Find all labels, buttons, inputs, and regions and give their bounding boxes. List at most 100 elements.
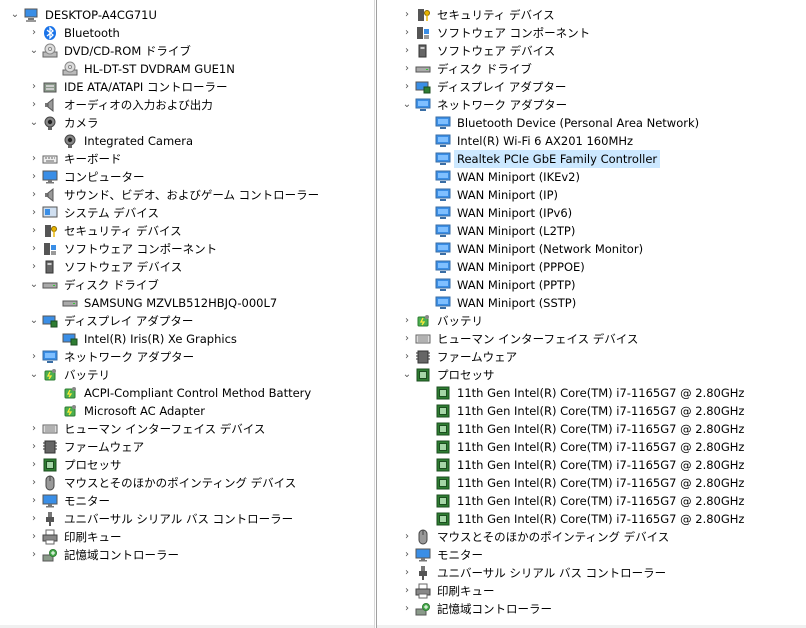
device-processor[interactable]: 11th Gen Intel(R) Core(TM) i7-1165G7 @ 2… [377, 510, 806, 528]
expand-chevron-icon[interactable]: › [401, 546, 413, 564]
category-software-component[interactable]: › ソフトウェア コンポーネント [0, 240, 374, 258]
expand-chevron-icon[interactable]: › [401, 600, 413, 618]
expand-chevron-icon[interactable]: › [401, 348, 413, 366]
device-network-adapter[interactable]: WAN Miniport (SSTP) [377, 294, 806, 312]
category-hid[interactable]: › ヒューマン インターフェイス デバイス [0, 420, 374, 438]
expand-chevron-icon[interactable]: › [28, 78, 40, 96]
expand-chevron-icon[interactable]: › [401, 60, 413, 78]
device-processor[interactable]: 11th Gen Intel(R) Core(TM) i7-1165G7 @ 2… [377, 438, 806, 456]
right-device-tree-pane[interactable]: › セキュリティ デバイス › ソフトウェア コンポーネント › ソフトウェア デバイス ›… [376, 0, 806, 628]
device-disk-drive[interactable]: SAMSUNG MZVLB512HBJQ-000L7 [0, 294, 374, 312]
category-speaker[interactable]: › サウンド、ビデオ、およびゲーム コントローラー [0, 186, 374, 204]
category-speaker[interactable]: › オーディオの入力および出力 [0, 96, 374, 114]
category-dvd-drive[interactable]: ⌄ DVD/CD-ROM ドライブ [0, 42, 374, 60]
category-display-adapter[interactable]: ⌄ ディスプレイ アダプター [0, 312, 374, 330]
expand-chevron-icon[interactable]: › [28, 258, 40, 276]
category-storage-controller[interactable]: › 記憶域コントローラー [377, 600, 806, 618]
category-network-adapter[interactable]: ⌄ ネットワーク アダプター [377, 96, 806, 114]
expand-chevron-icon[interactable]: › [401, 528, 413, 546]
collapse-chevron-icon[interactable]: ⌄ [28, 276, 40, 294]
collapse-chevron-icon[interactable]: ⌄ [401, 96, 413, 114]
category-software-component[interactable]: › ソフトウェア コンポーネント [377, 24, 806, 42]
category-ide-controller[interactable]: › IDE ATA/ATAPI コントローラー [0, 78, 374, 96]
category-disk-drive[interactable]: ⌄ ディスク ドライブ [0, 276, 374, 294]
device-processor[interactable]: 11th Gen Intel(R) Core(TM) i7-1165G7 @ 2… [377, 420, 806, 438]
device-network-adapter[interactable]: Bluetooth Device (Personal Area Network) [377, 114, 806, 132]
left-device-tree-pane[interactable]: ⌄ DESKTOP-A4CG71U › Bluetooth ⌄ DVD/CD-ROM ドラ… [0, 0, 375, 628]
device-network-adapter[interactable]: WAN Miniport (IPv6) [377, 204, 806, 222]
category-monitor[interactable]: › モニター [377, 546, 806, 564]
category-battery[interactable]: › バッテリ [377, 312, 806, 330]
expand-chevron-icon[interactable]: › [28, 474, 40, 492]
expand-chevron-icon[interactable]: › [28, 240, 40, 258]
device-display-adapter[interactable]: Intel(R) Iris(R) Xe Graphics [0, 330, 374, 348]
category-system-device[interactable]: › システム デバイス [0, 204, 374, 222]
collapse-chevron-icon[interactable]: ⌄ [28, 42, 40, 60]
expand-chevron-icon[interactable]: › [28, 222, 40, 240]
device-battery[interactable]: Microsoft AC Adapter [0, 402, 374, 420]
expand-chevron-icon[interactable]: › [28, 96, 40, 114]
device-camera[interactable]: Integrated Camera [0, 132, 374, 150]
expand-chevron-icon[interactable]: › [401, 582, 413, 600]
device-processor[interactable]: 11th Gen Intel(R) Core(TM) i7-1165G7 @ 2… [377, 474, 806, 492]
expand-chevron-icon[interactable]: › [28, 420, 40, 438]
expand-chevron-icon[interactable]: › [401, 6, 413, 24]
device-processor[interactable]: 11th Gen Intel(R) Core(TM) i7-1165G7 @ 2… [377, 402, 806, 420]
expand-chevron-icon[interactable]: › [28, 150, 40, 168]
category-bluetooth[interactable]: › Bluetooth [0, 24, 374, 42]
expand-chevron-icon[interactable]: › [401, 312, 413, 330]
tree-root-computer[interactable]: ⌄ DESKTOP-A4CG71U [0, 6, 374, 24]
expand-chevron-icon[interactable]: › [401, 564, 413, 582]
device-network-adapter-selected[interactable]: Realtek PCIe GbE Family Controller [377, 150, 806, 168]
expand-chevron-icon[interactable]: › [28, 528, 40, 546]
category-processor[interactable]: › プロセッサ [0, 456, 374, 474]
category-security-device[interactable]: › セキュリティ デバイス [377, 6, 806, 24]
expand-chevron-icon[interactable]: › [28, 438, 40, 456]
device-network-adapter[interactable]: WAN Miniport (Network Monitor) [377, 240, 806, 258]
expand-chevron-icon[interactable]: › [28, 492, 40, 510]
device-processor[interactable]: 11th Gen Intel(R) Core(TM) i7-1165G7 @ 2… [377, 492, 806, 510]
category-software-device[interactable]: › ソフトウェア デバイス [377, 42, 806, 60]
expand-chevron-icon[interactable]: › [28, 204, 40, 222]
category-usb[interactable]: › ユニバーサル シリアル バス コントローラー [0, 510, 374, 528]
category-mouse[interactable]: › マウスとそのほかのポインティング デバイス [377, 528, 806, 546]
device-network-adapter[interactable]: Intel(R) Wi-Fi 6 AX201 160MHz [377, 132, 806, 150]
category-processor[interactable]: ⌄ プロセッサ [377, 366, 806, 384]
category-disk-drive[interactable]: › ディスク ドライブ [377, 60, 806, 78]
device-network-adapter[interactable]: WAN Miniport (IKEv2) [377, 168, 806, 186]
collapse-chevron-icon[interactable]: ⌄ [28, 366, 40, 384]
category-mouse[interactable]: › マウスとそのほかのポインティング デバイス [0, 474, 374, 492]
expand-chevron-icon[interactable]: › [401, 24, 413, 42]
category-firmware[interactable]: › ファームウェア [0, 438, 374, 456]
category-hid[interactable]: › ヒューマン インターフェイス デバイス [377, 330, 806, 348]
expand-chevron-icon[interactable]: › [28, 456, 40, 474]
device-processor[interactable]: 11th Gen Intel(R) Core(TM) i7-1165G7 @ 2… [377, 384, 806, 402]
collapse-chevron-icon[interactable]: ⌄ [9, 6, 21, 24]
expand-chevron-icon[interactable]: › [28, 186, 40, 204]
collapse-chevron-icon[interactable]: ⌄ [28, 312, 40, 330]
expand-chevron-icon[interactable]: › [401, 78, 413, 96]
expand-chevron-icon[interactable]: › [401, 42, 413, 60]
expand-chevron-icon[interactable]: › [401, 330, 413, 348]
category-battery[interactable]: ⌄ バッテリ [0, 366, 374, 384]
expand-chevron-icon[interactable]: › [28, 510, 40, 528]
category-network-adapter[interactable]: › ネットワーク アダプター [0, 348, 374, 366]
category-printer[interactable]: › 印刷キュー [377, 582, 806, 600]
expand-chevron-icon[interactable]: › [28, 24, 40, 42]
device-dvd-drive[interactable]: HL-DT-ST DVDRAM GUE1N [0, 60, 374, 78]
collapse-chevron-icon[interactable]: ⌄ [401, 366, 413, 384]
category-printer[interactable]: › 印刷キュー [0, 528, 374, 546]
device-network-adapter[interactable]: WAN Miniport (L2TP) [377, 222, 806, 240]
category-keyboard[interactable]: › キーボード [0, 150, 374, 168]
category-display-adapter[interactable]: › ディスプレイ アダプター [377, 78, 806, 96]
device-processor[interactable]: 11th Gen Intel(R) Core(TM) i7-1165G7 @ 2… [377, 456, 806, 474]
device-battery[interactable]: ACPI-Compliant Control Method Battery [0, 384, 374, 402]
category-monitor[interactable]: › コンピューター [0, 168, 374, 186]
device-network-adapter[interactable]: WAN Miniport (PPTP) [377, 276, 806, 294]
category-security-device[interactable]: › セキュリティ デバイス [0, 222, 374, 240]
expand-chevron-icon[interactable]: › [28, 546, 40, 564]
category-software-device[interactable]: › ソフトウェア デバイス [0, 258, 374, 276]
device-network-adapter[interactable]: WAN Miniport (IP) [377, 186, 806, 204]
collapse-chevron-icon[interactable]: ⌄ [28, 114, 40, 132]
expand-chevron-icon[interactable]: › [28, 348, 40, 366]
